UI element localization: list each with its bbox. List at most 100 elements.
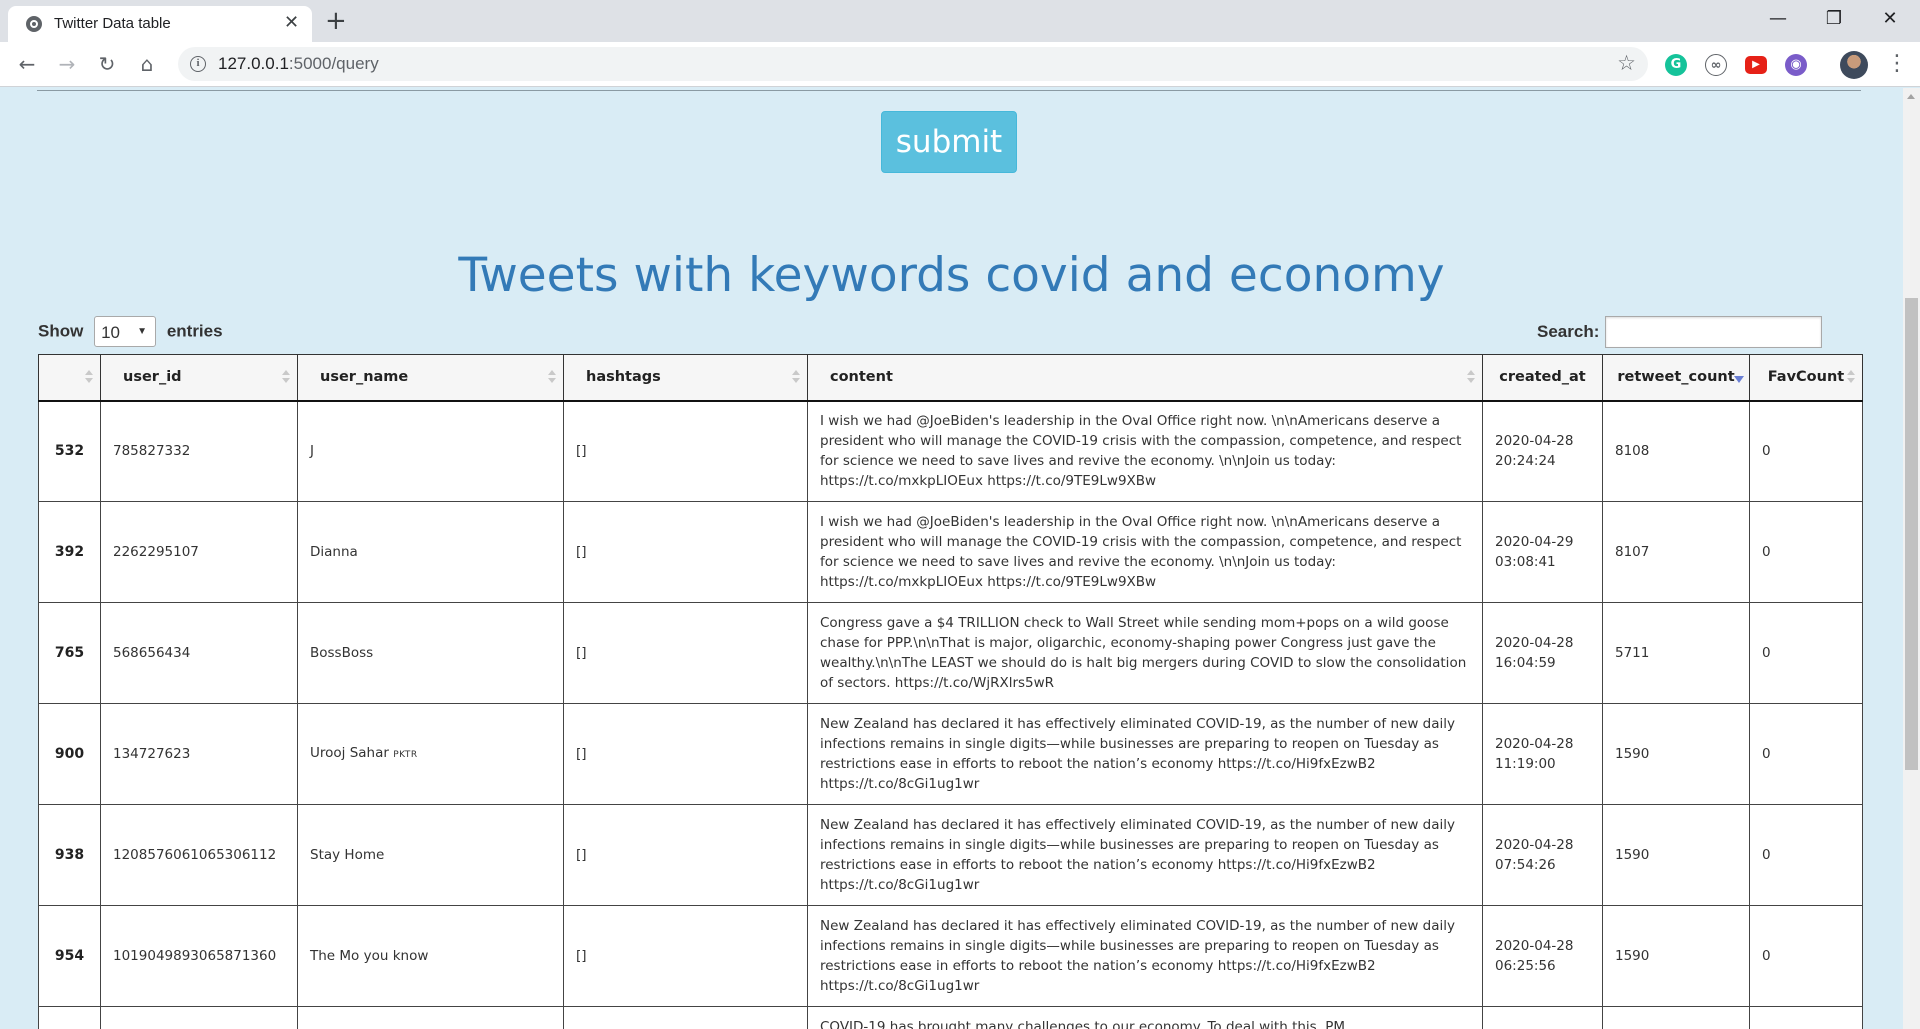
cell-empty xyxy=(1602,1006,1750,1029)
cell-content: I wish we had @JoeBiden's leadership in … xyxy=(807,400,1483,502)
tab-title: Twitter Data table xyxy=(54,15,171,32)
page-viewport: submit Tweets with keywords covid and ec… xyxy=(0,88,1903,1029)
search-input[interactable] xyxy=(1605,316,1823,348)
cell-content: New Zealand has declared it has effectiv… xyxy=(807,703,1483,805)
cell-empty xyxy=(1749,1006,1863,1029)
address-bar[interactable]: i 127.0.0.1:5000/query ☆ xyxy=(178,47,1648,81)
cell-empty xyxy=(38,1006,101,1029)
cell-user-name: BossBoss xyxy=(297,602,564,704)
cell-index: 532 xyxy=(38,400,101,502)
created-time: 11:19:00 xyxy=(1495,756,1556,772)
column-header-user-name[interactable]: user_name xyxy=(297,354,564,402)
column-header-content[interactable]: content xyxy=(807,354,1483,402)
cell-user-id: 785827332 xyxy=(100,400,298,502)
profile-avatar[interactable] xyxy=(1840,51,1868,79)
back-icon[interactable]: ← xyxy=(14,51,40,77)
cell-hashtags: [] xyxy=(563,501,808,603)
bookmark-star-icon[interactable]: ☆ xyxy=(1617,51,1636,75)
reload-icon[interactable]: ↻ xyxy=(94,51,120,77)
extension-icon[interactable]: ∞ xyxy=(1705,54,1727,76)
new-tab-button[interactable]: + xyxy=(325,8,347,34)
tab-close-icon[interactable]: ✕ xyxy=(284,12,299,34)
forward-icon[interactable]: → xyxy=(54,51,80,77)
cell-favcount: 0 xyxy=(1749,905,1863,1007)
browser-tab[interactable]: Twitter Data table ✕ xyxy=(8,6,312,42)
column-header-favcount[interactable]: FavCount xyxy=(1749,354,1863,402)
cell-favcount: 0 xyxy=(1749,400,1863,502)
browser-titlebar: Twitter Data table ✕ + — ❐ ✕ xyxy=(0,0,1920,42)
created-time: 20:24:24 xyxy=(1495,453,1556,470)
created-date: 2020-04-28 xyxy=(1495,433,1574,450)
cell-user-name: Urooj Sahar PKTR xyxy=(297,703,564,805)
table-row: 392 2262295107 Dianna [] I wish we had @JoeB… xyxy=(38,501,1863,603)
submit-button[interactable]: submit xyxy=(881,111,1017,173)
page-title: Tweets with keywords covid and economy xyxy=(458,248,1445,303)
chevron-down-icon: ▼ xyxy=(137,326,148,337)
cell-empty xyxy=(100,1006,298,1029)
cell-retweet-count: 8107 xyxy=(1602,501,1750,603)
cell-content: I wish we had @JoeBiden's leadership in … xyxy=(807,501,1483,603)
created-date: 2020-04-28 xyxy=(1495,736,1574,752)
restore-icon[interactable]: ❐ xyxy=(1806,6,1862,32)
column-header-created-at[interactable]: created_at xyxy=(1482,354,1603,402)
query-form-edge xyxy=(37,88,1861,91)
cell-created-at: 2020-04-28 16:04:59 xyxy=(1482,602,1603,704)
cell-created-at: 2020-04-28 06:25:56 xyxy=(1482,905,1603,1007)
scrollbar-thumb[interactable] xyxy=(1905,298,1918,770)
vertical-scrollbar[interactable] xyxy=(1903,88,1920,1029)
search-label: Search: xyxy=(1537,322,1600,341)
table-row: 938 1208576061065306112 Stay Home [] New Zea… xyxy=(38,804,1863,906)
entries-select[interactable]: 10 ▼ xyxy=(94,316,157,347)
user-name-text: The Mo you know xyxy=(310,948,429,964)
cell-empty xyxy=(563,1006,808,1029)
cell-user-id: 568656434 xyxy=(100,602,298,704)
column-header-user-id[interactable]: user_id xyxy=(100,354,298,402)
user-name-text: Dianna xyxy=(310,544,358,560)
sort-icon xyxy=(1847,370,1855,384)
cell-content: COVID-19 has brought many challenges to … xyxy=(807,1006,1483,1029)
cell-retweet-count: 1590 xyxy=(1602,804,1750,906)
scroll-up-arrow-icon[interactable] xyxy=(1907,94,1915,99)
table-row: COVID-19 has brought many challenges to … xyxy=(38,1006,1863,1029)
table-row: 954 1019049893065871360 The Mo you know [] N… xyxy=(38,905,1863,1007)
globe-icon xyxy=(26,16,42,32)
column-header-hashtags[interactable]: hashtags xyxy=(563,354,808,402)
sort-icon xyxy=(548,370,556,384)
cell-content: New Zealand has declared it has effectiv… xyxy=(807,905,1483,1007)
created-time: 06:25:56 xyxy=(1495,958,1556,974)
close-window-icon[interactable]: ✕ xyxy=(1862,6,1918,32)
table-row: 765 568656434 BossBoss [] Congress gave a $4… xyxy=(38,602,1863,704)
entries-label: entries xyxy=(166,321,223,341)
cell-hashtags: [] xyxy=(563,400,808,502)
cell-created-at: 2020-04-28 20:24:24 xyxy=(1482,400,1603,502)
cell-retweet-count: 1590 xyxy=(1602,905,1750,1007)
cell-user-id: 134727623 xyxy=(100,703,298,805)
cell-index: 938 xyxy=(38,804,101,906)
cell-retweet-count: 1590 xyxy=(1602,703,1750,805)
browser-menu-icon[interactable]: ⋮ xyxy=(1886,50,1908,78)
minimize-icon[interactable]: — xyxy=(1750,6,1806,32)
cell-empty xyxy=(297,1006,564,1029)
extension-glasses-icon[interactable]: ◉ xyxy=(1785,54,1807,76)
cell-retweet-count: 8108 xyxy=(1602,400,1750,502)
cell-content: New Zealand has declared it has effectiv… xyxy=(807,804,1483,906)
browser-toolbar: ← → ↻ ⌂ i 127.0.0.1:5000/query ☆ G ∞ ▶ ◉… xyxy=(0,42,1920,87)
youtube-extension-icon[interactable]: ▶ xyxy=(1745,56,1767,74)
sort-descending-icon xyxy=(1734,370,1744,384)
created-date: 2020-04-29 xyxy=(1495,534,1574,550)
cell-retweet-count: 5711 xyxy=(1602,602,1750,704)
cell-content: Congress gave a $4 TRILLION check to Wal… xyxy=(807,602,1483,704)
cell-index: 765 xyxy=(38,602,101,704)
cell-favcount: 0 xyxy=(1749,602,1863,704)
cell-created-at: 2020-04-29 03:08:41 xyxy=(1482,501,1603,603)
home-icon[interactable]: ⌂ xyxy=(134,51,160,77)
user-name-text: Stay Home xyxy=(310,847,385,863)
grammarly-extension-icon[interactable]: G xyxy=(1665,54,1687,76)
column-header-index[interactable] xyxy=(38,354,101,402)
cell-hashtags: [] xyxy=(563,602,808,704)
created-date: 2020-04-28 xyxy=(1495,938,1574,954)
info-icon[interactable]: i xyxy=(190,56,206,72)
cell-created-at: 2020-04-28 11:19:00 xyxy=(1482,703,1603,805)
column-header-retweet-count[interactable]: retweet_count xyxy=(1602,354,1750,402)
cell-hashtags: [] xyxy=(563,804,808,906)
